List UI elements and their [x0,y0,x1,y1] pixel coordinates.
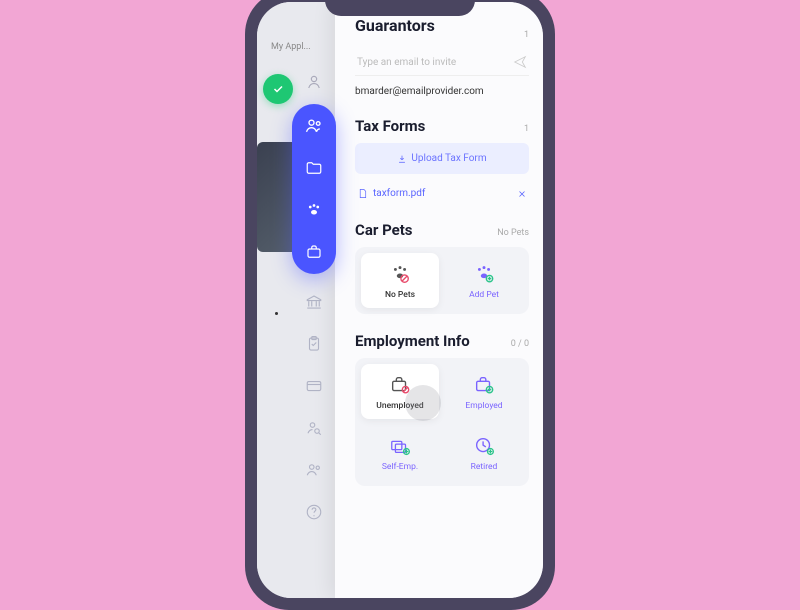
screen: My Appl... [257,2,543,598]
person-search-icon [305,419,323,437]
briefcase-icon [305,243,323,261]
nav-guarantors[interactable] [302,114,326,138]
retired-card[interactable]: Retired [445,425,523,480]
nav-rail [292,64,336,588]
pets-status: No Pets [497,228,529,238]
check-icon [272,83,284,95]
phone-notch [325,0,475,16]
employment-title: Employment Info [355,332,470,350]
card-icon [305,377,323,395]
guarantor-email: bmarder@emailprovider.com [355,86,529,97]
tax-title: Tax Forms [355,117,425,135]
guarantors-count: 1 [524,30,529,40]
tax-head: Tax Forms 1 [355,117,529,135]
nav-payment[interactable] [300,372,328,400]
employed-icon [471,374,497,396]
self-employed-label: Self-Emp. [382,462,418,472]
success-badge [263,74,293,104]
nav-profile-top[interactable] [296,64,332,100]
bank-icon [305,293,323,311]
folder-icon [305,159,323,177]
remove-file-button[interactable] [517,189,527,199]
nav-group[interactable] [300,456,328,484]
download-icon [397,154,407,164]
retired-icon [471,435,497,457]
no-pets-label: No Pets [385,290,415,300]
add-pet-icon [471,263,497,285]
file-icon [357,188,368,199]
retired-label: Retired [471,462,498,472]
touch-indicator [405,385,441,421]
employment-head: Employment Info 0 / 0 [355,332,529,350]
nav-pets[interactable] [302,198,326,222]
nav-active-group [292,104,336,274]
guarantors-title: Guarantors [355,16,435,35]
nav-search-person[interactable] [300,414,328,442]
tax-count: 1 [524,124,529,134]
nav-bank[interactable] [300,288,328,316]
add-pet-label: Add Pet [469,290,499,300]
nav-checklist[interactable] [300,330,328,358]
guarantors-head: Guarantors 1 [355,22,529,41]
no-pets-icon [387,263,413,285]
send-icon[interactable] [513,55,527,69]
phone-frame: My Appl... [245,0,555,610]
no-pets-card[interactable]: No Pets [361,253,439,308]
clipboard-icon [305,335,323,353]
back-title: My Appl... [257,42,347,52]
tax-file[interactable]: taxform.pdf [357,188,425,199]
pets-head: Car Pets No Pets [355,221,529,239]
self-employed-icon [387,435,413,457]
person-icon [305,73,323,91]
add-pet-card[interactable]: Add Pet [445,253,523,308]
nav-documents[interactable] [302,156,326,180]
employed-card[interactable]: Employed [445,364,523,419]
bullet [275,312,278,315]
invite-placeholder: Type an email to invite [357,57,456,68]
main-content: Guarantors 1 Type an email to invite bma… [335,2,543,598]
employment-grid: Unemployed Employed Self-Emp. [355,358,529,486]
nav-employment[interactable] [302,240,326,264]
nav-inactive-group [300,288,328,526]
employed-label: Employed [465,401,502,411]
people-icon [304,116,324,136]
tax-file-row: taxform.pdf [355,184,529,203]
invite-input-row[interactable]: Type an email to invite [355,49,529,76]
group-icon [305,461,323,479]
pets-title: Car Pets [355,221,413,239]
upload-label: Upload Tax Form [411,153,486,164]
pets-grid: No Pets Add Pet [355,247,529,314]
upload-tax-button[interactable]: Upload Tax Form [355,143,529,174]
nav-help[interactable] [300,498,328,526]
help-icon [305,503,323,521]
paw-icon [305,201,323,219]
employment-status: 0 / 0 [511,339,529,349]
self-employed-card[interactable]: Self-Emp. [361,425,439,480]
